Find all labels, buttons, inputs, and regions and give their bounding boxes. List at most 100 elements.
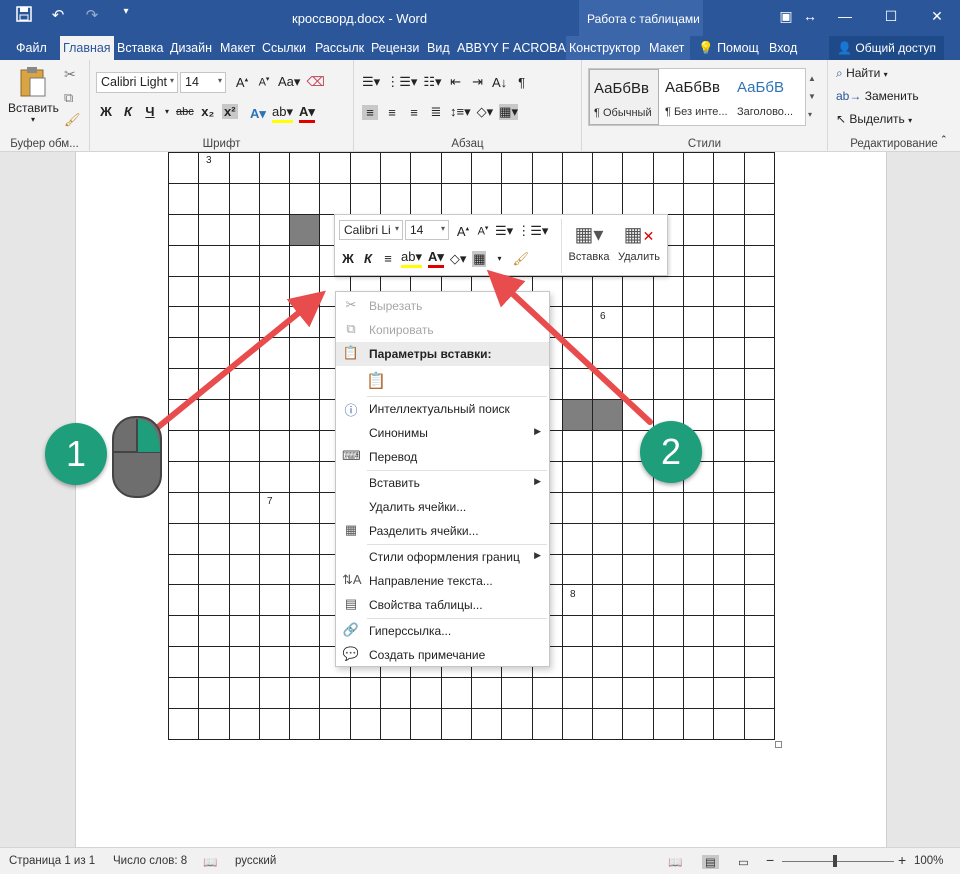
crossword-cell[interactable] — [289, 677, 321, 710]
crossword-cell[interactable] — [349, 182, 382, 215]
mini-font-box[interactable]: Calibri Li ▾ — [339, 220, 403, 240]
maximize-button[interactable]: ☐ — [868, 0, 914, 32]
crossword-cell[interactable] — [683, 244, 715, 277]
change-case-icon[interactable]: Aa▾ — [278, 74, 300, 90]
crossword-cell[interactable] — [743, 491, 775, 524]
crossword-cell[interactable] — [167, 615, 200, 648]
crossword-cell[interactable] — [167, 306, 200, 339]
crossword-cell[interactable] — [713, 460, 745, 493]
highlight-icon[interactable]: ab▾ — [272, 104, 293, 123]
crossword-cell[interactable] — [561, 399, 594, 432]
crossword-cell[interactable] — [561, 646, 594, 679]
font-color-icon[interactable]: A▾ — [428, 249, 444, 268]
numbering-icon[interactable]: ⋮☰▾ — [517, 223, 548, 239]
crossword-cell[interactable] — [228, 337, 260, 370]
crossword-cell[interactable] — [592, 491, 624, 524]
crossword-cell[interactable] — [743, 275, 775, 308]
tab-design[interactable]: Дизайн — [167, 36, 217, 60]
signin-link[interactable]: Вход — [766, 36, 802, 60]
crossword-cell[interactable] — [683, 584, 715, 617]
crossword-cell[interactable] — [258, 491, 291, 524]
crossword-cell[interactable] — [622, 275, 654, 308]
borders-icon[interactable]: ▦▾ — [499, 104, 518, 120]
crossword-cell[interactable] — [198, 708, 230, 740]
crossword-cell[interactable] — [592, 306, 624, 339]
crossword-cell[interactable] — [410, 708, 442, 740]
crossword-cell[interactable] — [228, 182, 260, 215]
crossword-cell[interactable] — [470, 677, 503, 710]
crossword-cell[interactable] — [713, 491, 745, 524]
paste-dropdown-icon[interactable]: ▾ — [8, 115, 58, 124]
crossword-cell[interactable] — [652, 677, 685, 710]
crossword-cell[interactable] — [228, 522, 260, 555]
crossword-cell[interactable] — [501, 677, 533, 710]
align-right-icon[interactable]: ≡ — [406, 105, 422, 120]
crossword-cell[interactable] — [258, 460, 291, 493]
customize-icon[interactable]: ▾ — [116, 6, 136, 26]
crossword-cell[interactable] — [380, 182, 412, 215]
crossword-cell[interactable] — [319, 152, 351, 184]
crossword-cell[interactable] — [289, 584, 321, 617]
crossword-cell[interactable] — [561, 337, 594, 370]
style-no-spacing[interactable]: АаБбВв ¶ Без инте... — [661, 69, 731, 125]
styles-scroll[interactable]: ▲ ▼ ▾ — [808, 70, 816, 124]
crossword-cell[interactable] — [713, 275, 745, 308]
crossword-cell[interactable] — [289, 708, 321, 740]
menu-copy[interactable]: ⧉ Копировать — [336, 318, 549, 342]
crossword-cell[interactable] — [561, 615, 594, 648]
crossword-cell[interactable] — [622, 553, 654, 586]
crossword-cell[interactable] — [228, 306, 260, 339]
crossword-cell[interactable] — [501, 152, 533, 184]
crossword-cell[interactable] — [622, 677, 654, 710]
crossword-cell[interactable] — [258, 399, 291, 432]
crossword-cell[interactable] — [228, 460, 260, 493]
crossword-cell[interactable] — [258, 522, 291, 555]
crossword-cell[interactable] — [592, 337, 624, 370]
crossword-cell[interactable] — [683, 522, 715, 555]
crossword-cell[interactable] — [592, 677, 624, 710]
crossword-cell[interactable] — [713, 677, 745, 710]
crossword-cell[interactable] — [592, 399, 624, 432]
crossword-cell[interactable] — [440, 677, 472, 710]
grow-font-icon[interactable]: A▴ — [455, 224, 471, 239]
crossword-cell[interactable] — [228, 399, 260, 432]
crossword-cell[interactable] — [561, 306, 594, 339]
crossword-cell[interactable] — [198, 677, 230, 710]
crossword-cell[interactable] — [289, 460, 321, 493]
crossword-cell[interactable] — [683, 152, 715, 184]
multilevel-list-icon[interactable]: ☷▾ — [423, 74, 441, 90]
crossword-cell[interactable] — [258, 275, 291, 308]
tab-table-layout[interactable]: Макет — [646, 36, 690, 60]
menu-paste-keep-formatting[interactable]: 📋 — [336, 368, 549, 394]
crossword-cell[interactable] — [198, 368, 230, 401]
crossword-cell[interactable] — [198, 522, 230, 555]
crossword-cell[interactable] — [258, 152, 291, 184]
crossword-cell[interactable] — [743, 337, 775, 370]
align-center-icon[interactable]: ≡ — [384, 105, 400, 120]
tab-abbyy[interactable]: ABBYY Fi — [454, 36, 510, 60]
sort-icon[interactable]: A↓ — [492, 75, 508, 90]
minimize-button[interactable]: — — [822, 0, 868, 32]
crossword-cell[interactable] — [198, 646, 230, 679]
crossword-cell[interactable] — [228, 646, 260, 679]
increase-indent-icon[interactable]: ⇥ — [470, 74, 486, 90]
crossword-cell[interactable] — [713, 368, 745, 401]
tab-review[interactable]: Рецензи — [368, 36, 424, 60]
crossword-cell[interactable] — [531, 677, 563, 710]
crossword-cell[interactable] — [501, 182, 533, 215]
crossword-cell[interactable] — [652, 646, 685, 679]
crossword-cell[interactable] — [198, 213, 230, 246]
menu-split-cells[interactable]: ▦ Разделить ячейки... — [336, 519, 549, 543]
crossword-cell[interactable] — [258, 646, 291, 679]
crossword-cell[interactable] — [501, 708, 533, 740]
tab-layout[interactable]: Макет — [217, 36, 259, 60]
crossword-cell[interactable] — [167, 399, 200, 432]
crossword-cell[interactable] — [258, 306, 291, 339]
crossword-cell[interactable] — [561, 275, 594, 308]
print-layout-icon[interactable]: ▤ — [702, 855, 719, 869]
crossword-cell[interactable] — [683, 306, 715, 339]
crossword-cell[interactable] — [228, 213, 260, 246]
menu-table-properties[interactable]: ▤ Свойства таблицы... — [336, 593, 549, 617]
line-spacing-icon[interactable]: ↕≡▾ — [450, 104, 471, 120]
crossword-cell[interactable] — [228, 430, 260, 462]
